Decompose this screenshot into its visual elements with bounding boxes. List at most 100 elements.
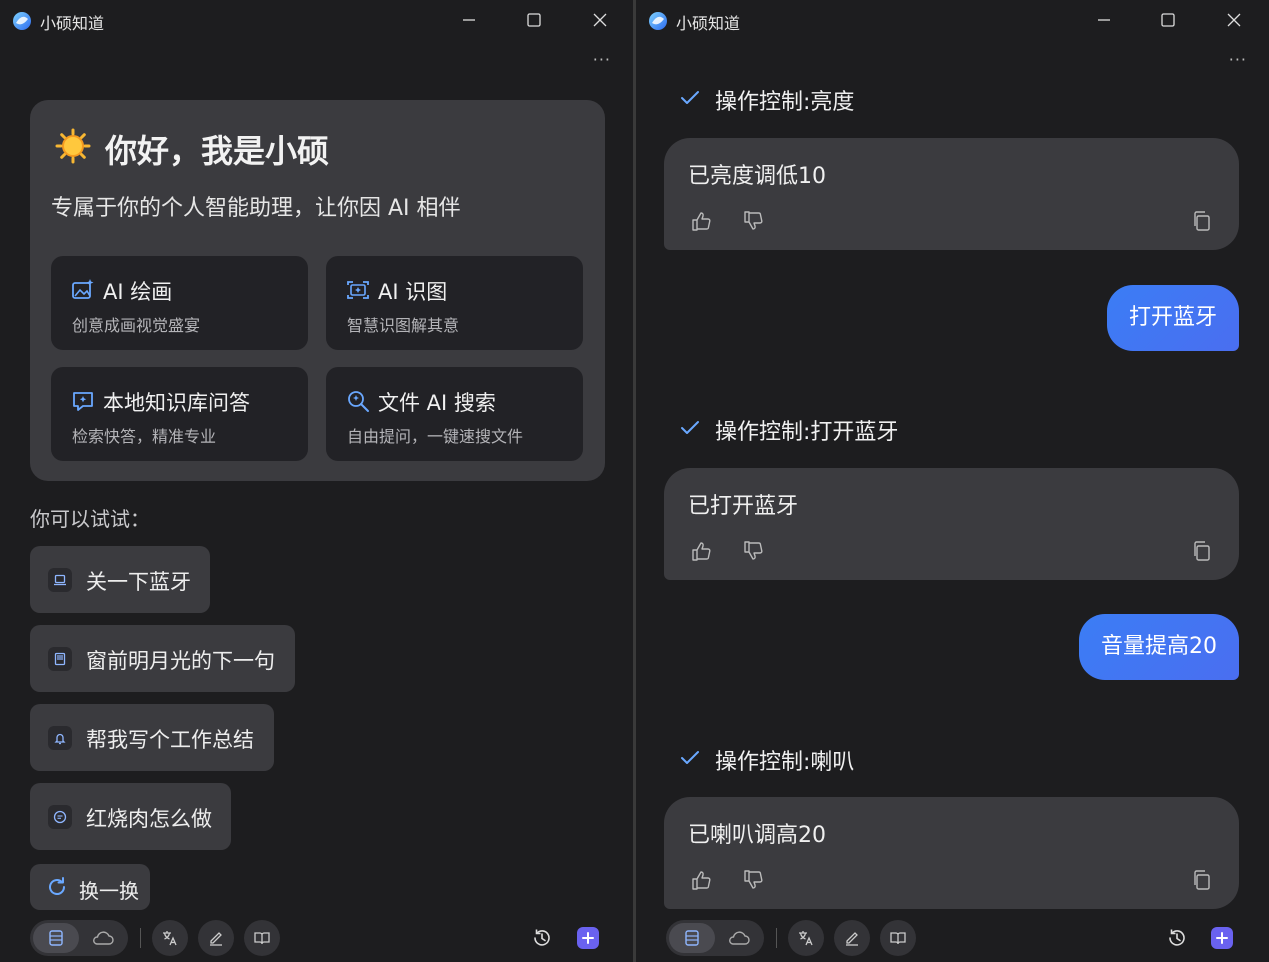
laptop-icon — [48, 568, 72, 592]
check-icon — [681, 91, 699, 104]
minimize-icon — [463, 19, 475, 21]
local-mode-button[interactable] — [669, 923, 715, 953]
suggestion-chip[interactable]: 红烧肉怎么做 — [30, 783, 231, 850]
maximize-icon — [527, 13, 541, 27]
book-open-icon — [254, 932, 270, 945]
mode-switch — [30, 920, 128, 956]
thumbs-down-icon[interactable] — [742, 210, 764, 232]
app-logo-icon — [649, 12, 667, 30]
feature-desc: 智慧识图解其意 — [347, 316, 460, 335]
suggestion-chip[interactable]: 帮我写个工作总结 — [30, 704, 274, 771]
feature-desc: 创意成画视觉盛宴 — [72, 316, 201, 335]
app-title: 小硕知道 — [40, 14, 105, 33]
feature-desc: 检索快答，精准专业 — [72, 427, 217, 446]
translate-button[interactable] — [788, 920, 824, 956]
maximize-button[interactable] — [512, 6, 556, 34]
history-icon — [534, 929, 550, 946]
close-icon — [593, 13, 607, 27]
feature-knowledge-qa[interactable]: 本地知识库问答 检索快答，精准专业 — [51, 367, 308, 461]
read-button[interactable] — [244, 920, 280, 956]
feature-title: 本地知识库问答 — [103, 391, 250, 415]
history-button[interactable] — [1163, 924, 1191, 952]
bell-icon — [48, 726, 72, 750]
reply-text: 已喇叭调高20 — [688, 823, 826, 848]
thumbs-down-icon[interactable] — [742, 540, 764, 562]
cloud-mode-button[interactable] — [717, 923, 761, 953]
bottom-toolbar — [636, 918, 1269, 958]
thumbs-up-icon[interactable] — [690, 540, 712, 562]
bottom-toolbar — [0, 918, 633, 958]
operation-text: 操作控制:喇叭 — [715, 750, 855, 775]
write-button[interactable] — [198, 920, 234, 956]
image-sparkle-icon — [72, 279, 94, 299]
more-menu-button[interactable]: ··· — [593, 50, 611, 69]
feature-title: 文件 AI 搜索 — [378, 391, 496, 415]
try-label: 你可以试试： — [30, 507, 150, 531]
translate-button[interactable] — [152, 920, 188, 956]
minimize-button[interactable] — [1082, 6, 1126, 34]
toolbar-divider — [776, 928, 777, 948]
assistant-reply: 已打开蓝牙 — [664, 468, 1239, 580]
maximize-button[interactable] — [1146, 6, 1190, 34]
copy-icon[interactable] — [1191, 210, 1213, 232]
assistant-reply: 已亮度调低10 — [664, 138, 1239, 250]
translate-icon — [799, 931, 813, 946]
greeting-subtitle: 专属于你的个人智能助理，让你因 AI 相伴 — [51, 196, 461, 221]
history-button[interactable] — [528, 924, 556, 952]
book-open-icon — [890, 932, 906, 945]
minimize-button[interactable] — [447, 6, 491, 34]
suggestion-text: 窗前明月光的下一句 — [86, 649, 275, 673]
feature-desc: 自由提问，一键速搜文件 — [347, 427, 524, 446]
suggestion-chip[interactable]: 关一下蓝牙 — [30, 546, 210, 613]
close-icon — [1227, 13, 1241, 27]
left-window: 小硕知道 ··· 你好，我是小硕 专属于你的个人智能助理，让你因 AI 相伴 A… — [0, 0, 633, 962]
feature-file-search[interactable]: 文件 AI 搜索 自由提问，一键速搜文件 — [326, 367, 583, 461]
image-scan-icon — [347, 281, 369, 299]
suggestion-chip[interactable]: 窗前明月光的下一句 — [30, 625, 295, 692]
greeting-title: 你好，我是小硕 — [105, 132, 330, 170]
feature-ai-recognize[interactable]: AI 识图 智慧识图解其意 — [326, 256, 583, 350]
copy-icon[interactable] — [1191, 540, 1213, 562]
titlebar: 小硕知道 — [636, 0, 1269, 40]
refresh-suggestions-button[interactable]: 换一换 — [30, 864, 150, 910]
cloud-mode-button[interactable] — [81, 923, 125, 953]
more-menu-button[interactable]: ··· — [1229, 50, 1247, 69]
thumbs-up-icon[interactable] — [690, 210, 712, 232]
app-logo-icon — [13, 12, 31, 30]
copy-icon[interactable] — [1191, 869, 1213, 891]
read-button[interactable] — [880, 920, 916, 956]
write-button[interactable] — [834, 920, 870, 956]
file-search-icon — [348, 391, 369, 412]
plus-icon — [582, 932, 594, 944]
minimize-icon — [1098, 19, 1110, 21]
user-message: 音量提高20 — [1079, 614, 1239, 680]
mode-switch — [666, 920, 764, 956]
book-icon — [48, 647, 72, 671]
close-button[interactable] — [578, 6, 622, 34]
pen-icon — [846, 932, 858, 946]
reply-text: 已打开蓝牙 — [688, 494, 799, 519]
feature-title: AI 识图 — [378, 280, 448, 304]
database-icon — [685, 930, 699, 946]
titlebar: 小硕知道 — [0, 0, 633, 40]
database-icon — [49, 930, 63, 946]
welcome-card: 你好，我是小硕 专属于你的个人智能助理，让你因 AI 相伴 AI 绘画 创意成画… — [30, 100, 605, 481]
translate-icon — [163, 931, 177, 946]
plus-icon — [1216, 932, 1228, 944]
check-icon — [681, 751, 699, 764]
chat-icon — [48, 805, 72, 829]
local-mode-button[interactable] — [33, 923, 79, 953]
app-title: 小硕知道 — [676, 14, 741, 33]
chat-knowledge-icon — [73, 392, 93, 411]
right-window: 小硕知道 ··· 操作控制:亮度 已亮度调低10 打开蓝牙 操作控制:打开蓝牙 … — [636, 0, 1269, 962]
thumbs-up-icon[interactable] — [690, 869, 712, 891]
pen-icon — [210, 932, 222, 946]
cloud-icon — [93, 931, 114, 945]
assistant-reply: 已喇叭调高20 — [664, 797, 1239, 909]
new-chat-button[interactable] — [1211, 927, 1233, 949]
thumbs-down-icon[interactable] — [742, 869, 764, 891]
new-chat-button[interactable] — [577, 927, 599, 949]
feature-ai-drawing[interactable]: AI 绘画 创意成画视觉盛宴 — [51, 256, 308, 350]
refresh-label: 换一换 — [79, 879, 139, 903]
close-button[interactable] — [1212, 6, 1256, 34]
